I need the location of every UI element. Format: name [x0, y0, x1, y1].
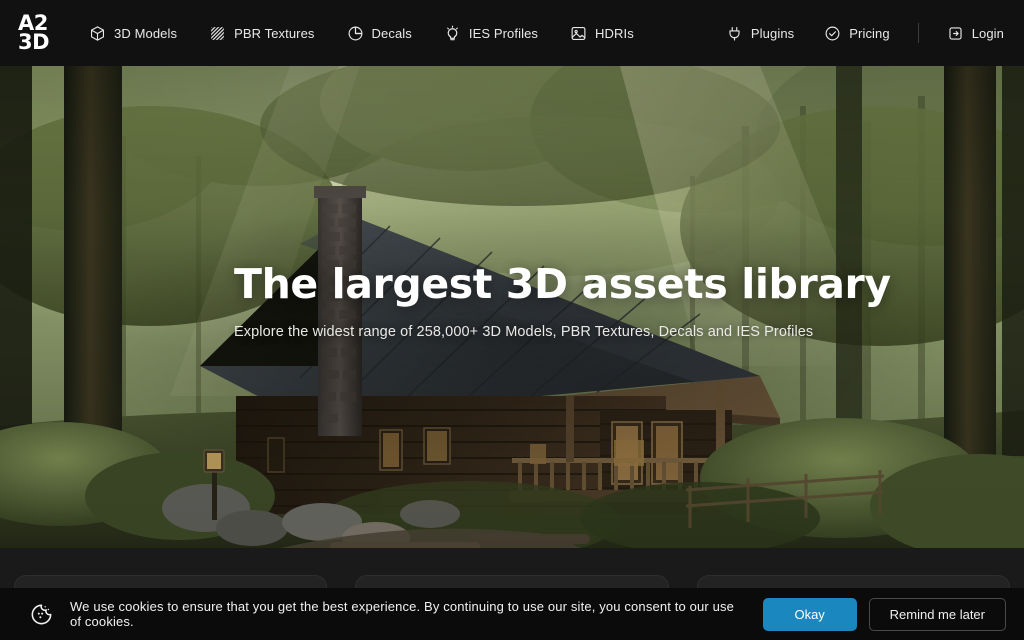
nav-label: PBR Textures: [234, 25, 315, 41]
secondary-nav: Plugins Pricing Login: [724, 19, 1006, 48]
nav-label: Plugins: [750, 25, 795, 41]
nav-label: IES Profiles: [468, 25, 539, 41]
cookie-actions: Okay Remind me later: [762, 597, 1006, 631]
check-circle-icon: [824, 25, 841, 42]
nav-label: 3D Models: [114, 25, 178, 41]
nav-item-pricing[interactable]: Pricing: [822, 19, 891, 48]
nav-label: Login: [971, 25, 1004, 41]
cookie-message: We use cookies to ensure that you get th…: [70, 599, 735, 629]
top-navbar: A2 3D 3D Models PBR Textures Decals IES …: [0, 0, 1024, 66]
hero-subtitle: Explore the widest range of 258,000+ 3D …: [234, 323, 814, 340]
nav-item-decals[interactable]: Decals: [345, 19, 414, 48]
page-root: A2 3D 3D Models PBR Textures Decals IES …: [0, 0, 1024, 640]
logo-line-2: 3D: [18, 30, 50, 54]
decal-circle-icon: [347, 25, 364, 42]
nav-label: Pricing: [849, 25, 890, 41]
sign-in-icon: [947, 25, 964, 42]
image-icon: [570, 25, 587, 42]
plug-icon: [726, 25, 743, 42]
nav-label: HDRIs: [595, 25, 634, 41]
cookie-remind-later-button[interactable]: Remind me later: [868, 597, 1006, 631]
texture-hatch-icon: [209, 25, 226, 42]
hero-section: The largest 3D assets library Explore th…: [0, 66, 1024, 548]
site-logo[interactable]: A2 3D: [14, 12, 53, 55]
nav-item-3d-models[interactable]: 3D Models: [87, 19, 179, 48]
nav-item-plugins[interactable]: Plugins: [724, 19, 796, 48]
cookie-accept-button[interactable]: Okay: [762, 597, 857, 631]
nav-divider: [917, 23, 919, 43]
nav-item-ies-profiles[interactable]: IES Profiles: [442, 19, 540, 48]
cube-icon: [89, 25, 106, 42]
cookie-icon: [28, 601, 54, 627]
hero-title: The largest 3D assets library: [234, 260, 891, 308]
cookie-consent-banner: We use cookies to ensure that you get th…: [0, 588, 1024, 640]
primary-nav: 3D Models PBR Textures Decals IES Profil…: [87, 19, 636, 48]
hero-copy: The largest 3D assets library Explore th…: [234, 260, 914, 340]
lightbulb-icon: [444, 25, 461, 42]
nav-label: Decals: [371, 25, 412, 41]
nav-item-pbr-textures[interactable]: PBR Textures: [207, 19, 316, 48]
nav-item-login[interactable]: Login: [945, 19, 1006, 48]
nav-item-hdris[interactable]: HDRIs: [568, 19, 636, 48]
